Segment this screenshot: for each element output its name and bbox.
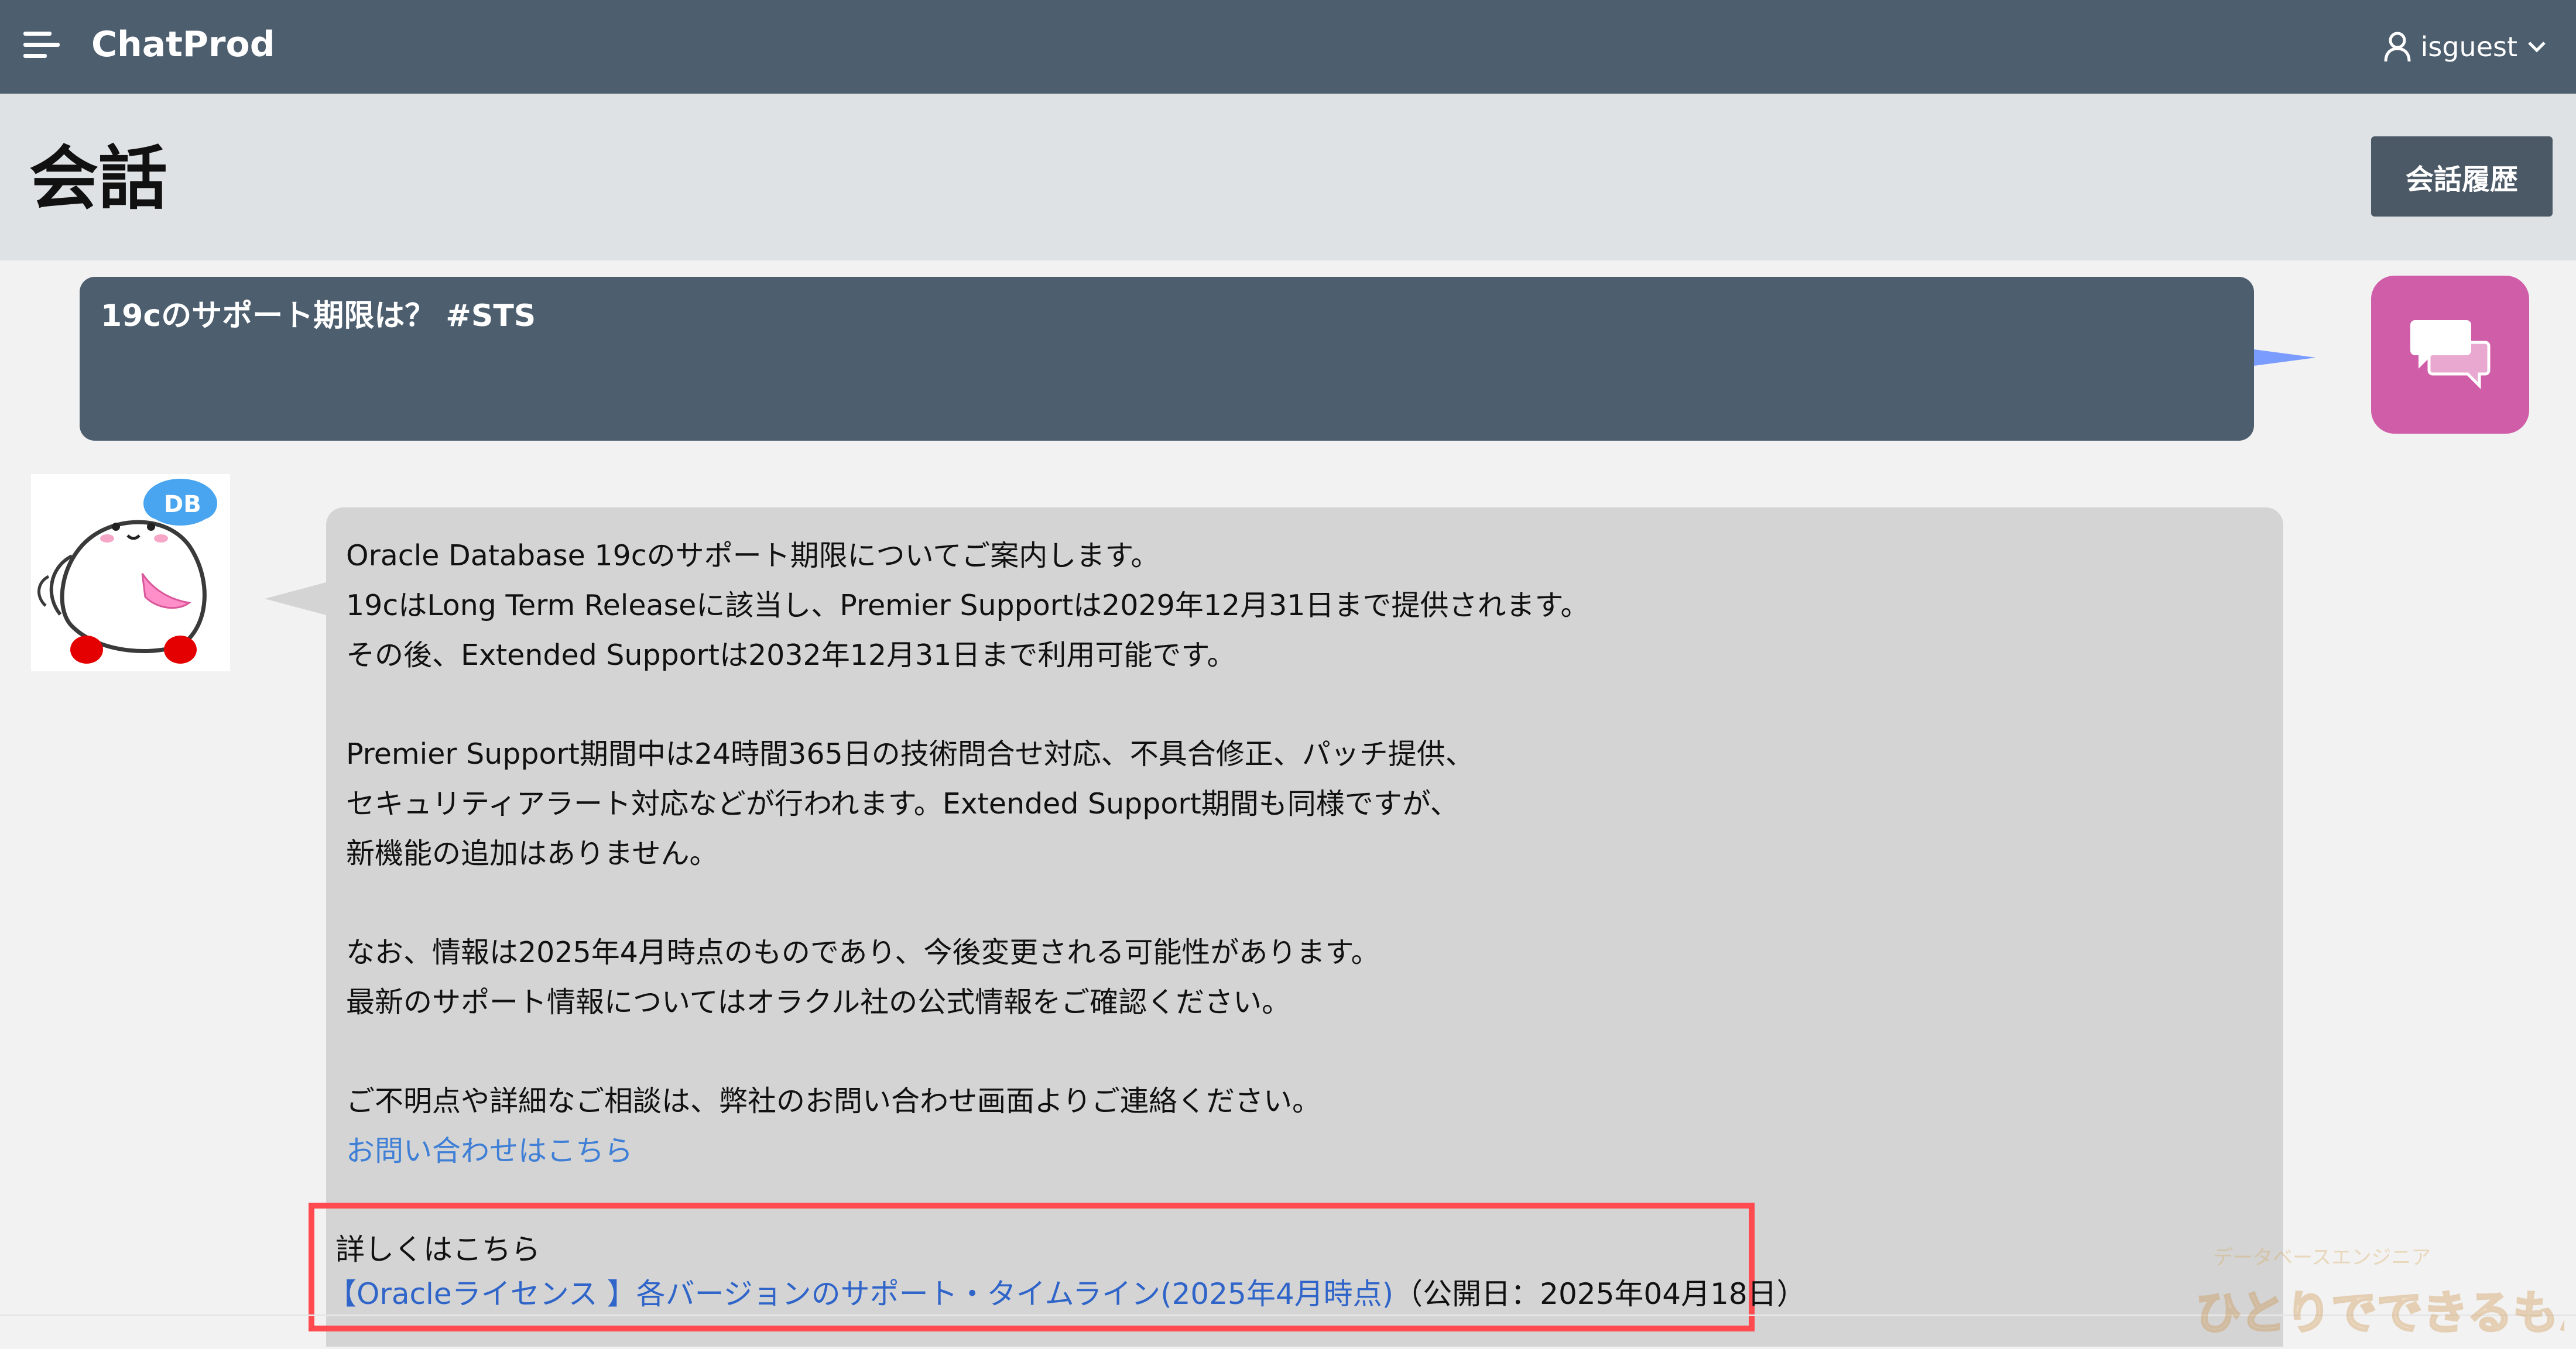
bot-message-text: Oracle Database 19cのサポート期限についてご案内します。 19…	[346, 531, 2249, 1176]
hamburger-menu-icon[interactable]	[23, 28, 64, 63]
bot-avatar: DB	[31, 474, 230, 671]
top-navigation-bar: ChatProd isguest	[0, 0, 2576, 94]
reference-heading: 詳しくはこちら	[335, 1233, 540, 1266]
user-bubble-pointer	[2254, 349, 2316, 366]
user-message-bubble: 19cのサポート期限は？ #STS	[80, 277, 2254, 441]
reference-line: 【Oracleライセンス 】各バージョンのサポート・タイムライン(2025年4月…	[327, 1273, 1806, 1315]
publish-date: （公開日：2025年04月18日）	[1393, 1277, 1806, 1311]
user-message-text: 19cのサポート期限は？ #STS	[101, 298, 536, 334]
bot-text-line: 最新のサポート情報についてはオラクル社の公式情報をご確認ください。	[346, 986, 1291, 1019]
bot-message-bubble: Oracle Database 19cのサポート期限についてご案内します。 19…	[309, 507, 2283, 1347]
page-header: 会話 会話履歴	[0, 94, 2576, 260]
chat-avatar	[2371, 276, 2529, 434]
username: isguest	[2420, 31, 2517, 63]
conversation-history-button[interactable]: 会話履歴	[2371, 136, 2553, 217]
bot-text-line: Premier Support期間中は24時間365日の技術問合せ対応、不具合修…	[346, 737, 1474, 771]
bot-text-line: Oracle Database 19cのサポート期限についてご案内します。	[346, 539, 1160, 572]
app-title[interactable]: ChatProd	[91, 21, 275, 68]
bot-text-line: その後、Extended Supportは2032年12月31日まで利用可能です…	[346, 639, 1236, 672]
bot-text-line: ご不明点や詳細なご相談は、弊社のお問い合わせ画面よりご連絡ください。	[346, 1084, 1321, 1118]
db-badge-text: DB	[164, 491, 201, 518]
site-watermark-logo: データベースエンジニア ひとりでできるもん	[2190, 1241, 2576, 1347]
user-menu[interactable]: isguest	[2383, 23, 2547, 70]
user-icon	[2383, 31, 2411, 63]
reference-highlight-box: 詳しくはこちら 【Oracleライセンス 】各バージョンのサポート・タイムライン…	[309, 1203, 1806, 1331]
bot-bubble-pointer	[265, 582, 326, 615]
bot-text-line: セキュリティアラート対応などが行われます。Extended Support期間も…	[346, 787, 1459, 821]
chat-bubbles-icon	[2410, 320, 2491, 390]
watermark-caption: データベースエンジニア	[2213, 1246, 2431, 1269]
bot-text-line: 新機能の追加はありません。	[346, 837, 718, 870]
bot-text-line: 19cはLong Term Releaseに該当し、Premier Suppor…	[346, 589, 1590, 622]
page-title: 会話	[29, 138, 168, 219]
chevron-down-icon	[2527, 40, 2547, 54]
bot-text-line: なお、情報は2025年4月時点のものであり、今後変更される可能性があります。	[346, 936, 1380, 969]
support-timeline-link[interactable]: 【Oracleライセンス 】各バージョンのサポート・タイムライン(2025年4月…	[327, 1277, 1393, 1311]
contact-link[interactable]: お問い合わせはこちら	[346, 1126, 2249, 1176]
watermark-title: ひとりでできるもん	[2195, 1287, 2564, 1340]
